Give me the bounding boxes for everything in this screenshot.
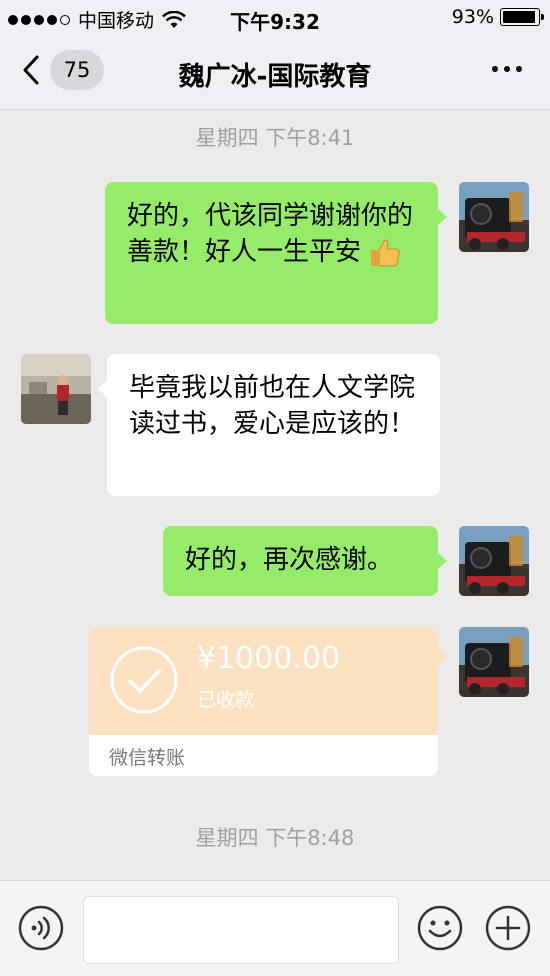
more-dot	[492, 66, 498, 72]
message-text: 好的，再次感谢。	[185, 545, 394, 575]
train-photo	[459, 182, 529, 252]
train-photo	[459, 526, 529, 596]
check-circle-icon	[110, 646, 178, 714]
voice-input-icon[interactable]	[18, 905, 64, 951]
thumbs-up-icon	[371, 239, 400, 266]
battery-icon	[500, 8, 544, 26]
message-timestamp: 星期四 下午8:41	[195, 126, 355, 150]
wechat-transfer-card[interactable]: ¥1000.00 已收款 微信转账	[89, 627, 438, 776]
contact-photo	[21, 354, 91, 424]
chat-input-bar	[0, 880, 550, 976]
plus-icon[interactable]	[485, 905, 531, 951]
my-avatar[interactable]	[459, 182, 529, 252]
sent-message-bubble[interactable]: 好的，再次感谢。	[163, 526, 447, 596]
battery-percent: 93%	[451, 6, 494, 28]
more-dot	[516, 66, 522, 72]
my-avatar[interactable]	[459, 526, 529, 596]
more-options-button[interactable]	[492, 66, 522, 72]
message-timestamp: 星期四 下午8:48	[195, 826, 355, 850]
transfer-amount: ¥1000.00	[197, 641, 341, 676]
bubble-tail	[438, 648, 448, 666]
contact-avatar[interactable]	[21, 354, 91, 424]
message-text: 毕竟我以前也在人文学院读过书，爱心是应该的！	[129, 373, 416, 439]
chat-header: 75 魏广冰-国际教育	[0, 36, 550, 110]
status-bar: 中国移动 下午9:32 93%	[0, 0, 550, 36]
more-dot	[504, 66, 510, 72]
my-avatar[interactable]	[459, 627, 529, 697]
message-input[interactable]	[83, 896, 399, 964]
sent-message-bubble[interactable]: 好的，代该同学谢谢你的善款！好人一生平安	[105, 182, 447, 324]
emoji-icon[interactable]	[417, 905, 463, 951]
received-message-bubble[interactable]: 毕竟我以前也在人文学院读过书，爱心是应该的！	[98, 354, 440, 496]
train-photo	[459, 627, 529, 697]
chat-title: 魏广冰-国际教育	[178, 62, 372, 92]
battery-info: 93%	[451, 6, 544, 28]
transfer-status: 已收款	[197, 689, 255, 711]
transfer-label: 微信转账	[109, 747, 186, 769]
transfer-header: ¥1000.00 已收款	[89, 627, 438, 735]
battery-level	[503, 11, 535, 23]
